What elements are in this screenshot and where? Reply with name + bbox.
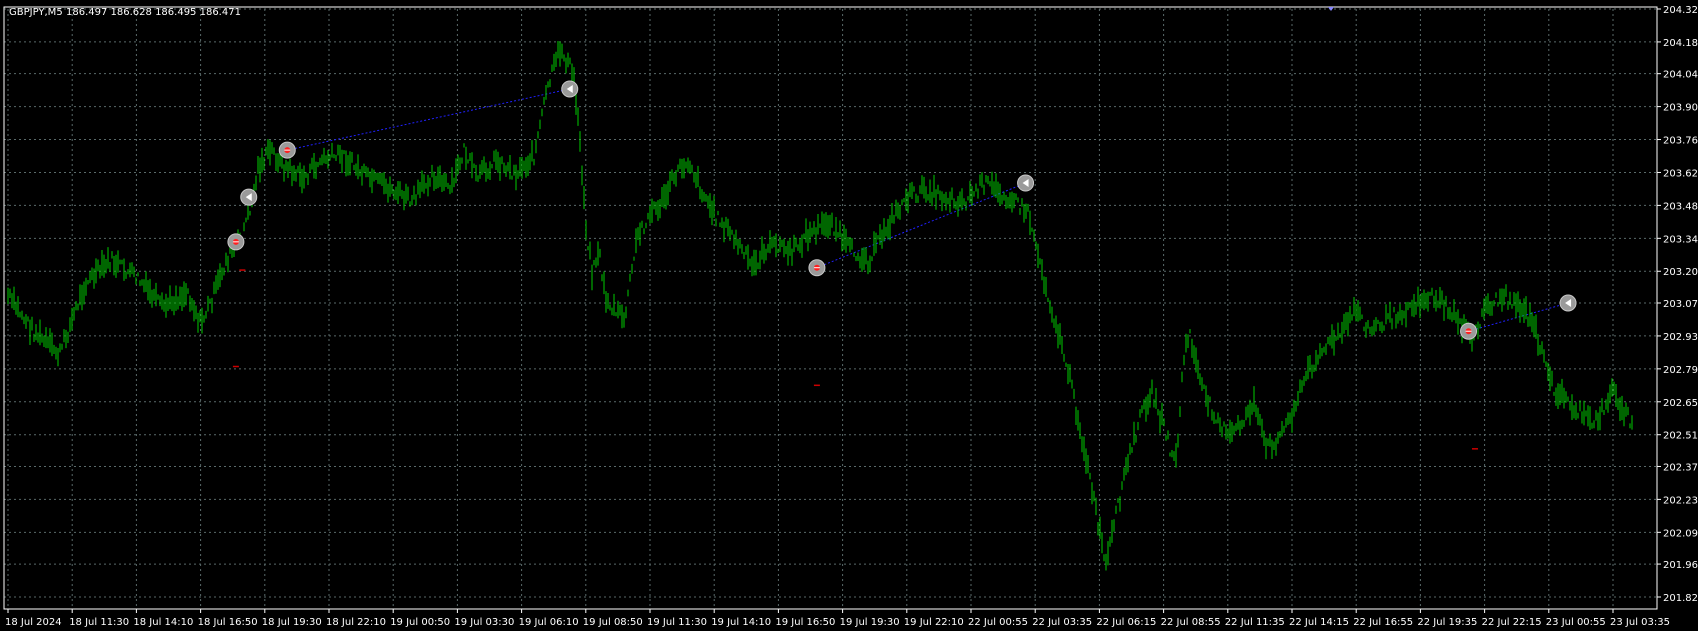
y-tick-label: 203.905 xyxy=(1663,103,1698,114)
x-tick-label: 19 Jul 11:30 xyxy=(647,617,707,628)
x-tick-label: 19 Jul 14:10 xyxy=(711,617,771,628)
x-tick-label: 18 Jul 2024 xyxy=(5,617,62,628)
y-tick-label: 202.930 xyxy=(1663,332,1698,343)
close-arrow-icon xyxy=(240,188,258,206)
x-tick-label: 22 Jul 19:35 xyxy=(1417,617,1477,628)
trade-markers xyxy=(227,80,1577,340)
trade-lines xyxy=(287,88,1569,332)
x-tick-label: 19 Jul 03:30 xyxy=(454,617,514,628)
symbol-label: GBPJPY,M5 xyxy=(9,7,63,18)
x-tick-label: 19 Jul 08:50 xyxy=(583,617,643,628)
y-tick-label: 204.180 xyxy=(1663,38,1698,49)
close-arrow-icon xyxy=(561,80,579,98)
chart-header: GBPJPY,M5 186.497 186.628 186.495 186.47… xyxy=(9,7,241,18)
buy-entry-icon xyxy=(808,259,826,277)
y-tick-label: 202.095 xyxy=(1663,528,1698,539)
x-tick-label: 22 Jul 11:35 xyxy=(1225,617,1285,628)
price-axis: 204.320 204.180 204.045 203.905 203.765 203.6… xyxy=(1657,5,1698,604)
y-tick-label: 202.375 xyxy=(1663,462,1698,473)
x-tick-label: 18 Jul 11:30 xyxy=(69,617,129,628)
x-tick-label: 22 Jul 06:15 xyxy=(1096,617,1156,628)
time-axis: 18 Jul 2024 18 Jul 11:30 18 Jul 14:10 18 Ju… xyxy=(5,609,1670,628)
x-tick-label: 23 Jul 00:55 xyxy=(1546,617,1606,628)
x-tick-label: 19 Jul 16:50 xyxy=(775,617,835,628)
chart-frame xyxy=(3,6,1658,610)
y-tick-label: 202.235 xyxy=(1663,495,1698,506)
trade-connector-line xyxy=(287,88,570,151)
stop-levels xyxy=(232,269,1478,450)
y-tick-label: 203.070 xyxy=(1663,299,1698,310)
x-tick-label: 22 Jul 22:15 xyxy=(1482,617,1542,628)
y-tick-label: 203.345 xyxy=(1663,234,1698,245)
price-bars xyxy=(7,41,1633,571)
buy-entry-icon xyxy=(278,141,296,159)
y-tick-label: 203.485 xyxy=(1663,201,1698,212)
y-tick-label: 202.510 xyxy=(1663,431,1698,442)
buy-entry-icon xyxy=(227,233,245,251)
x-tick-label: 18 Jul 19:30 xyxy=(262,617,322,628)
buy-entry-icon xyxy=(1460,322,1478,340)
x-tick-label: 22 Jul 14:15 xyxy=(1289,617,1349,628)
x-tick-label: 19 Jul 19:30 xyxy=(840,617,900,628)
plot-frame xyxy=(3,6,1658,610)
x-tick-label: 19 Jul 00:50 xyxy=(390,617,450,628)
x-tick-label: 18 Jul 22:10 xyxy=(326,617,386,628)
x-tick-label: 19 Jul 22:10 xyxy=(904,617,964,628)
close-arrow-icon xyxy=(1017,174,1035,192)
y-tick-label: 202.790 xyxy=(1663,365,1698,376)
x-tick-label: 22 Jul 00:55 xyxy=(968,617,1028,628)
grid-lines xyxy=(4,8,1657,609)
shift-marker-icon xyxy=(1328,7,1334,11)
y-tick-label: 203.625 xyxy=(1663,168,1698,179)
y-tick-label: 204.045 xyxy=(1663,70,1698,81)
x-tick-label: 23 Jul 03:35 xyxy=(1610,617,1670,628)
x-tick-label: 22 Jul 03:35 xyxy=(1032,617,1092,628)
y-tick-label: 201.960 xyxy=(1663,560,1698,571)
x-tick-label: 19 Jul 06:10 xyxy=(519,617,579,628)
x-tick-label: 22 Jul 08:55 xyxy=(1161,617,1221,628)
close-arrow-icon xyxy=(1559,294,1577,312)
y-tick-label: 202.650 xyxy=(1663,398,1698,409)
y-tick-label: 201.820 xyxy=(1663,593,1698,604)
x-tick-label: 22 Jul 16:55 xyxy=(1353,617,1413,628)
x-tick-label: 18 Jul 16:50 xyxy=(198,617,258,628)
chart-window[interactable]: 204.320 204.180 204.045 203.905 203.765 203.6… xyxy=(0,0,1698,631)
x-tick-label: 18 Jul 14:10 xyxy=(133,617,193,628)
ohlc-readout: 186.497 186.628 186.495 186.471 xyxy=(66,7,241,18)
y-tick-label: 203.205 xyxy=(1663,267,1698,278)
y-tick-label: 204.320 xyxy=(1663,5,1698,16)
price-chart[interactable]: 204.320 204.180 204.045 203.905 203.765 203.6… xyxy=(0,0,1698,631)
y-tick-label: 203.765 xyxy=(1663,136,1698,147)
